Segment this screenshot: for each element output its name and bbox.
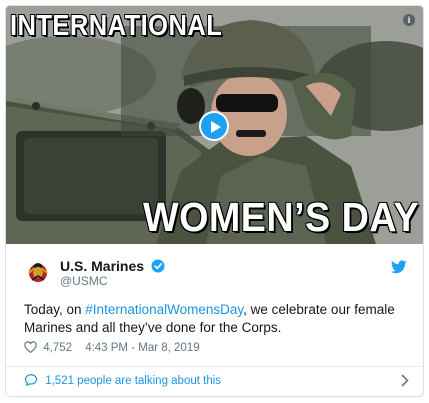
chevron-right-icon[interactable] [401,374,409,387]
hashtag-link[interactable]: #InternationalWomensDay [85,302,243,317]
tweet-text-before: Today, on [24,302,86,317]
heart-icon[interactable] [24,341,37,353]
usmc-emblem-icon [28,263,48,282]
divider [6,366,423,367]
like-count[interactable]: 4,752 [43,342,72,354]
info-icon[interactable]: i [403,14,415,26]
avatar[interactable] [24,258,52,286]
play-button[interactable] [199,111,229,141]
headline-top-text: INTERNATIONAL [10,10,223,42]
tweet-card: INTERNATIONAL WOMEN’S DAY i U.S. Marines [5,5,424,397]
headline-bottom-text: WOMEN’S DAY [142,194,419,240]
name-row[interactable]: U.S. Marines [60,258,165,274]
play-icon [211,121,221,133]
conversation-link[interactable]: 1,521 people are talking about this [24,373,409,391]
tweet-text: Today, on #InternationalWomensDay, we ce… [24,301,409,337]
user-handle[interactable]: @USMC [60,274,108,288]
twitter-bird-icon[interactable] [391,260,407,274]
talking-count-text[interactable]: 1,521 people are talking about this [45,375,221,387]
tweet-meta: 4,752 4:43 PM - Mar 8, 2019 [24,341,200,357]
video-thumbnail[interactable]: INTERNATIONAL WOMEN’S DAY i [6,6,423,244]
timestamp-link[interactable]: 4:43 PM - Mar 8, 2019 [85,342,199,354]
tweet-header: U.S. Marines @USMC [24,258,409,288]
reply-bubble-icon [24,374,38,387]
verified-badge-icon [151,259,165,273]
display-name[interactable]: U.S. Marines [60,258,144,274]
